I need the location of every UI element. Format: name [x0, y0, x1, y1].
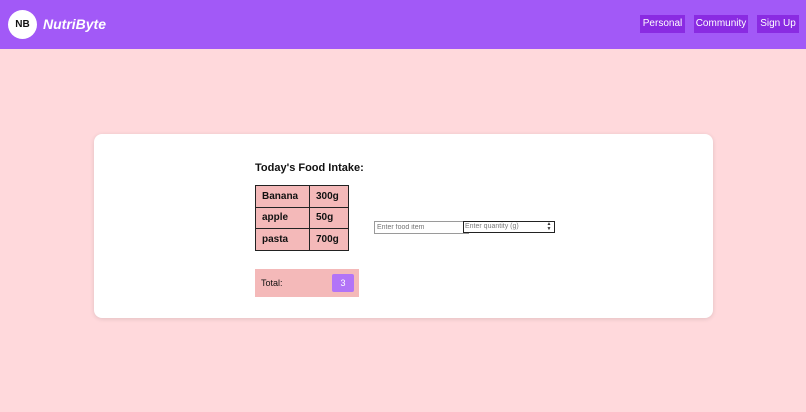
- nav-community-button[interactable]: Community: [694, 15, 748, 33]
- food-name-cell: pasta: [255, 228, 310, 251]
- total-count-badge: 3: [332, 274, 354, 292]
- quantity-input[interactable]: Enter quantity (g) ▲ ▼: [463, 221, 555, 233]
- food-quantity-cell: 50g: [309, 206, 349, 229]
- brand-name[interactable]: NutriByte: [43, 16, 106, 33]
- food-quantity-cell: 300g: [309, 185, 349, 208]
- table-row: Banana 300g: [255, 185, 349, 208]
- table-row: apple 50g: [255, 206, 349, 229]
- table-row: pasta 700g: [255, 228, 349, 251]
- logo-badge[interactable]: NB: [8, 10, 37, 39]
- food-name-cell: Banana: [255, 185, 310, 208]
- food-name-cell: apple: [255, 206, 310, 229]
- top-navbar: NB NutriByte Personal Community Sign Up: [0, 0, 806, 49]
- food-intake-card: Today's Food Intake: Banana 300g apple 5…: [94, 134, 713, 318]
- food-item-input[interactable]: [374, 221, 469, 234]
- food-intake-table: Banana 300g apple 50g pasta 700g: [255, 185, 349, 251]
- nav-signup-button[interactable]: Sign Up: [757, 15, 799, 33]
- nav-personal-button[interactable]: Personal: [640, 15, 685, 33]
- total-label: Total:: [261, 278, 283, 288]
- intake-title: Today's Food Intake:: [255, 162, 364, 174]
- spinner-arrows-icon[interactable]: ▲ ▼: [546, 222, 552, 232]
- total-box: Total: 3: [255, 269, 359, 297]
- quantity-placeholder: Enter quantity (g): [465, 223, 519, 230]
- food-quantity-cell: 700g: [309, 228, 349, 251]
